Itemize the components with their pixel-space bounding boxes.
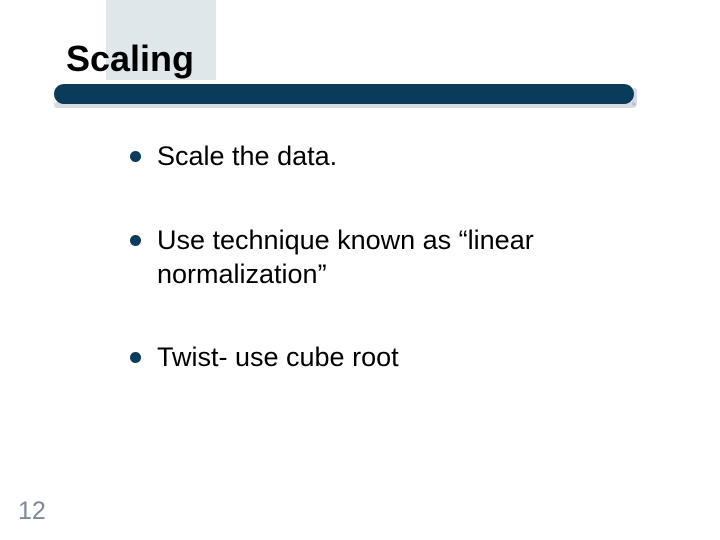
title-bar [54, 84, 636, 110]
list-item: Twist- use cube root [130, 341, 650, 375]
bullet-text: Use technique known as “linear normaliza… [157, 224, 650, 292]
slide-title: Scaling [66, 38, 194, 80]
list-item: Use technique known as “linear normaliza… [130, 224, 650, 292]
bullet-icon [130, 151, 141, 162]
bullet-text: Scale the data. [157, 140, 650, 174]
list-item: Scale the data. [130, 140, 650, 174]
slide: Scaling Scale the data. Use technique kn… [0, 0, 720, 540]
bullet-icon [130, 235, 141, 246]
title-bar-fill [54, 84, 634, 104]
slide-number: 12 [18, 497, 46, 526]
bullet-icon [130, 352, 141, 363]
content-area: Scale the data. Use technique known as “… [130, 140, 650, 425]
bullet-text: Twist- use cube root [157, 341, 650, 375]
